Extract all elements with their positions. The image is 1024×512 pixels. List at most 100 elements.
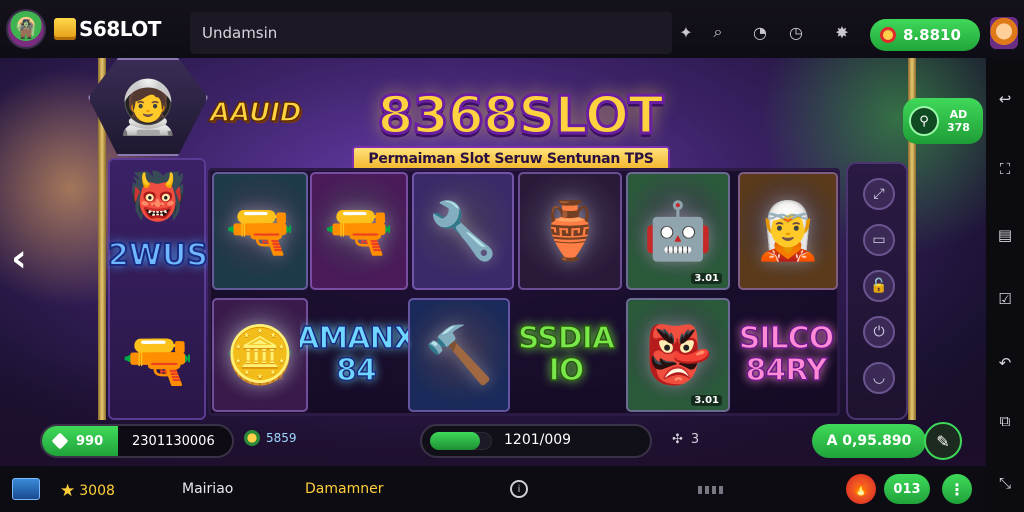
site-logo[interactable]: S68LOT [54, 17, 161, 41]
map-pin-icon: ⚲ [909, 106, 939, 136]
reel-symbol-icon: 🧝 [753, 199, 823, 264]
reel-symbol: 🔨 [408, 298, 510, 412]
nav-dem[interactable]: Damamner [305, 481, 383, 497]
search-bar[interactable]: Undamsin [190, 12, 672, 54]
reel-text-line1: SSDIA [517, 321, 616, 356]
reel-symbol-icon: 👺 [643, 323, 713, 388]
reel-symbol-icon: 🔨 [424, 323, 494, 388]
nav-main[interactable]: Mairiao [182, 481, 233, 497]
reel-text-line2: 84 [335, 353, 377, 388]
bonus-widget[interactable]: ⚲ AD 378 [903, 98, 983, 144]
blaster-symbol-icon: 🔫 [121, 325, 195, 394]
signal-bars-icon [698, 486, 723, 494]
credit-bet-display[interactable]: 990 2301130006 [40, 424, 234, 458]
stars-counter[interactable]: ★ 3008 [60, 481, 115, 501]
reel-symbol: 🪙 [212, 298, 308, 412]
star-icon: ★ [60, 481, 76, 501]
system-rail: ↩ ⛶ ▤ ☑ ↶ ⧉ ⤡ [986, 58, 1024, 512]
previous-arrow-icon[interactable]: ‹ [4, 238, 34, 278]
user-avatar[interactable]: 🧌 [6, 9, 46, 49]
coin-counter: 5859 [244, 430, 297, 446]
coin-counter-value: 5859 [266, 431, 297, 445]
panel-icon[interactable]: ▤ [994, 224, 1016, 246]
mask-symbol-icon: 👹 [129, 168, 187, 223]
reel-symbol: 👺 3.01 [626, 298, 730, 412]
edit-icon: ✎ [936, 431, 950, 451]
clock-icon[interactable]: ◔ [750, 22, 770, 42]
coin-icon [880, 27, 896, 43]
logo-text: S68LOT [79, 17, 161, 41]
side-symbol-label: 2WUS [107, 237, 209, 274]
copy-icon[interactable]: ⧉ [994, 410, 1016, 432]
win-button[interactable]: A 0,95.890 [812, 424, 926, 458]
edit-button[interactable]: ✎ [924, 422, 962, 460]
profile-avatar[interactable] [990, 17, 1018, 49]
reel-text-symbol: SSDIA IO [512, 298, 620, 412]
progress-fill [430, 432, 480, 450]
progress-text: 1201/009 [504, 432, 572, 448]
reel-symbol-icon: 🔫 [324, 199, 394, 264]
timer-icon[interactable]: ◷ [786, 22, 806, 42]
bottom-pill-button[interactable]: 013 [884, 474, 930, 504]
app-icon[interactable] [12, 478, 40, 500]
bonus-widget-line1: AD [949, 108, 968, 121]
bonus-widget-text: AD 378 [947, 108, 970, 134]
reel-text-symbol: SILCO 84RY [734, 298, 838, 412]
top-bar: 🧌 S68LOT Undamsin ✦ ⌕ ◔ ◷ ✸ 8.8810 [0, 0, 1024, 58]
coin-counter-icon [244, 430, 260, 446]
reel-symbol-icon: 🔧 [428, 199, 498, 264]
game-title: 8368SLOT [376, 85, 665, 148]
bonus-widget-line2: 378 [947, 121, 970, 134]
window-icon[interactable]: ▭ [863, 224, 895, 256]
reel-text-line2: 84RY [745, 353, 828, 388]
stars-value: 3008 [79, 483, 115, 499]
smile-icon[interactable]: ◡ [863, 362, 895, 394]
crop-icon[interactable]: ⛶ [994, 158, 1016, 180]
side-tools: ⤢ ▭ 🔓 ⏻ ◡ [846, 162, 908, 420]
search-text: Undamsin [202, 24, 278, 42]
expand-icon[interactable]: ⤢ [863, 178, 895, 210]
undo-icon[interactable]: ↶ [994, 352, 1016, 374]
power-icon[interactable]: ⏻ [863, 316, 895, 348]
reel-text-line2: IO [548, 353, 585, 388]
settings-icon[interactable]: ✸ [832, 22, 852, 42]
reel-symbol-icon: 🏺 [535, 199, 605, 264]
bet-value: 2301130006 [132, 433, 215, 449]
reel-text-symbol: AMANX 84 [300, 298, 412, 412]
hero-badge-label: AAUID [209, 97, 302, 129]
puzzle-icon[interactable]: ✦ [676, 22, 696, 42]
reel-text-label: SILCO 84RY [738, 322, 835, 388]
balance-value: 8.8810 [903, 26, 961, 44]
side-symbol-label-box: 2WUS [107, 230, 209, 280]
win-value: A 0,95.890 [826, 433, 912, 449]
reel-text-label: AMANX 84 [300, 321, 412, 388]
reel-symbol: 🏺 [518, 172, 622, 290]
slot-game-screen: 🧌 S68LOT Undamsin ✦ ⌕ ◔ ◷ ✸ 8.8810 🧑‍🚀 A… [0, 0, 1024, 512]
lock-icon[interactable]: 🔓 [863, 270, 895, 302]
multiplier-display[interactable]: ✣ 3 [672, 432, 699, 447]
reel-symbol: 🤖 3.01 [626, 172, 730, 290]
credit-value: 990 [76, 433, 104, 449]
more-options-icon[interactable]: ⋮ [942, 474, 972, 504]
reel-text-line1: AMANX [300, 321, 412, 356]
reel-symbol-badge: 3.01 [691, 273, 722, 284]
reel-symbol: 🔫 [310, 172, 408, 290]
fullscreen-icon[interactable]: ⤡ [994, 472, 1016, 494]
bottom-nav: ★ 3008 Mairiao Damamner i 🔥 013 ⋮ [0, 466, 986, 512]
reel-symbol-icon: 🤖 [643, 199, 713, 264]
search-icon[interactable]: ⌕ [708, 22, 728, 42]
reel-symbol-icon: 🔫 [225, 199, 295, 264]
multiplier-value: 3 [690, 432, 700, 447]
check-icon[interactable]: ☑ [994, 288, 1016, 310]
fire-icon[interactable]: 🔥 [846, 474, 876, 504]
balance-button[interactable]: 8.8810 [870, 19, 980, 51]
reel-symbol-badge: 3.01 [691, 395, 722, 406]
reel-symbol: 🧝 [738, 172, 838, 290]
back-icon[interactable]: ↩ [994, 88, 1016, 110]
gear-cluster-icon: ✣ [672, 432, 683, 447]
reel-symbol: 🔧 [412, 172, 514, 290]
info-icon[interactable]: i [510, 480, 528, 498]
reel-text-label: SSDIA IO [517, 321, 616, 388]
side-symbol-column: 👹 2WUS 🔫 [107, 158, 209, 420]
reel-symbol-icon: 🪙 [225, 323, 295, 388]
